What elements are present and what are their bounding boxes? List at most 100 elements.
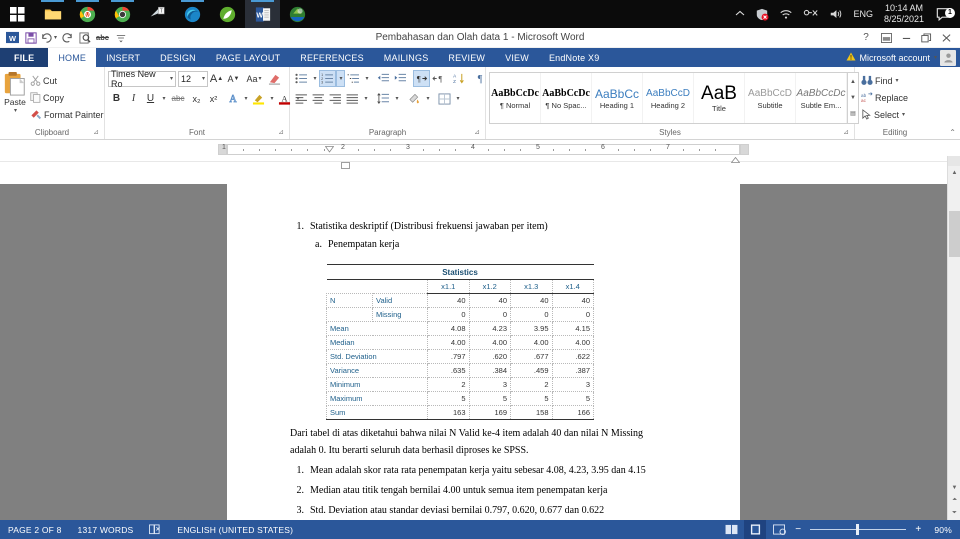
tab-page-layout[interactable]: PAGE LAYOUT <box>206 48 290 67</box>
bold-button[interactable]: B <box>108 90 125 107</box>
zoom-handle[interactable] <box>856 524 860 535</box>
numbering-caret[interactable]: ▾ <box>336 70 345 87</box>
shading-caret[interactable]: ▾ <box>423 90 432 107</box>
taskbar-item-green-app[interactable] <box>210 0 245 28</box>
taskbar-item-edge[interactable] <box>175 0 210 28</box>
web-layout-button[interactable] <box>768 520 790 539</box>
language-indicator[interactable]: ENGLISH (UNITED STATES) <box>169 525 301 535</box>
redo-button[interactable] <box>58 29 75 46</box>
proofing-status[interactable] <box>141 524 169 535</box>
ltr-text-direction-button[interactable]: ¶ <box>413 70 430 87</box>
language-indicator[interactable]: ENG <box>848 9 878 19</box>
show-hidden-icons-button[interactable] <box>730 10 750 18</box>
superscript-button[interactable]: x² <box>205 90 222 107</box>
close-button[interactable] <box>936 29 956 47</box>
horizontal-ruler[interactable]: 1 2 3 4 5 6 7 <box>0 140 960 169</box>
shrink-font-button[interactable]: A ▼ <box>225 70 242 87</box>
collapse-ribbon-button[interactable]: ⌃ <box>949 128 956 137</box>
notification-center-button[interactable]: 1 <box>930 7 958 22</box>
underline-button[interactable]: U <box>142 90 159 107</box>
taskbar-item-chrome-b[interactable] <box>105 0 140 28</box>
page-content[interactable]: 1. Statistika deskriptif (Distribusi fre… <box>290 218 690 520</box>
style-title[interactable]: AaB Title <box>694 73 745 123</box>
find-button[interactable]: Find ▾ <box>858 72 902 89</box>
tab-view[interactable]: VIEW <box>495 48 539 67</box>
replace-button[interactable]: ab ac Replace <box>858 89 911 106</box>
taskbar-item-file-explorer[interactable] <box>35 0 70 28</box>
customize-quick-access-button[interactable] <box>112 29 129 46</box>
spss-statistics-table[interactable]: Statistics x1.1 x1.2 x1.3 x1.4 N Valid 4… <box>326 264 594 420</box>
style-no-spacing[interactable]: AaBbCcDc ¶ No Spac... <box>541 73 592 123</box>
taskbar-item-word[interactable]: W <box>245 0 280 28</box>
text-highlight-button[interactable] <box>250 90 267 107</box>
previous-page-button[interactable]: ⏶ <box>948 494 960 507</box>
multilevel-list-button[interactable] <box>345 70 362 87</box>
text-effects-caret[interactable]: ▾ <box>241 90 250 107</box>
subscript-button[interactable]: x₂ <box>188 90 205 107</box>
highlight-caret[interactable]: ▾ <box>267 90 276 107</box>
justify-button[interactable] <box>344 90 361 107</box>
zoom-slider[interactable] <box>810 520 907 539</box>
change-case-button[interactable]: Aa ▾ <box>242 70 266 87</box>
styles-dialog-launcher[interactable]: ⊿ <box>843 127 849 139</box>
font-dialog-launcher[interactable]: ⊿ <box>278 127 284 139</box>
decrease-indent-button[interactable] <box>375 70 392 87</box>
underline-caret[interactable]: ▾ <box>159 90 168 107</box>
page-indicator[interactable]: PAGE 2 OF 8 <box>0 525 70 535</box>
paste-dropdown-caret[interactable]: ▾ <box>14 107 17 114</box>
line-spacing-button[interactable] <box>375 90 392 107</box>
next-page-button[interactable]: ⏷ <box>948 507 960 520</box>
change-case-caret[interactable]: ▾ <box>259 75 262 82</box>
sort-button[interactable]: AZ <box>451 70 468 87</box>
left-indent-marker[interactable] <box>341 156 350 174</box>
strikethrough-button[interactable]: abc <box>168 90 188 107</box>
scroll-up-button[interactable]: ▲ <box>948 166 960 179</box>
scrollbar-thumb[interactable] <box>949 211 960 257</box>
text-effects-button[interactable]: A <box>224 90 241 107</box>
bullets-button[interactable] <box>293 70 310 87</box>
tab-home[interactable]: HOME <box>48 48 97 67</box>
scroll-down-button[interactable]: ▼ <box>948 481 960 494</box>
document-canvas[interactable]: 1. Statistika deskriptif (Distribusi fre… <box>0 184 960 520</box>
increase-indent-button[interactable] <box>392 70 409 87</box>
borders-caret[interactable]: ▾ <box>453 90 462 107</box>
style-heading-2[interactable]: AaBbCcD Heading 2 <box>643 73 694 123</box>
font-size-input[interactable]: 12 ▾ <box>178 70 208 87</box>
zoom-in-button[interactable]: + <box>912 524 924 535</box>
align-left-button[interactable] <box>293 90 310 107</box>
spelling-button[interactable]: abc <box>94 29 111 46</box>
align-right-button[interactable] <box>327 90 344 107</box>
document-page[interactable]: 1. Statistika deskriptif (Distribusi fre… <box>227 184 740 520</box>
style-normal[interactable]: AaBbCcDc ¶ Normal <box>490 73 541 123</box>
rtl-text-direction-button[interactable]: ¶ <box>430 70 447 87</box>
taskbar-item-teamviewer[interactable]: T <box>140 0 175 28</box>
taskbar-item-idm[interactable] <box>280 0 315 28</box>
select-button[interactable]: Select ▾ <box>858 106 908 123</box>
read-mode-button[interactable] <box>720 520 742 539</box>
help-button[interactable]: ? <box>856 29 876 47</box>
font-size-caret[interactable]: ▾ <box>202 75 205 82</box>
first-line-indent-marker[interactable] <box>324 140 335 158</box>
multilevel-caret[interactable]: ▾ <box>362 70 371 87</box>
minimize-button[interactable] <box>896 29 916 47</box>
tab-mailings[interactable]: MAILINGS <box>374 48 439 67</box>
vertical-scrollbar[interactable]: ▲ ▼ ⏶ ⏷ <box>947 156 960 520</box>
account-dropdown-caret[interactable]: ▾ <box>934 54 937 61</box>
cut-button[interactable]: Cut <box>27 72 107 89</box>
align-center-button[interactable] <box>310 90 327 107</box>
styles-gallery[interactable]: AaBbCcDc ¶ Normal AaBbCcDc ¶ No Spac... … <box>489 72 859 124</box>
font-name-caret[interactable]: ▾ <box>170 75 173 82</box>
wifi-icon[interactable] <box>774 8 798 20</box>
justify-caret[interactable]: ▾ <box>361 90 370 107</box>
font-name-input[interactable]: Times New Ro ▾ <box>108 69 176 89</box>
italic-button[interactable]: I <box>125 90 142 107</box>
borders-button[interactable] <box>436 90 453 107</box>
taskbar-item-chrome-m[interactable]: M <box>70 0 105 28</box>
grow-font-button[interactable]: A ▲ <box>208 70 225 87</box>
find-caret[interactable]: ▾ <box>896 77 899 84</box>
select-caret[interactable]: ▾ <box>902 111 905 118</box>
numbering-button[interactable]: 123 <box>319 70 336 87</box>
split-window-handle[interactable] <box>948 156 960 166</box>
start-button[interactable] <box>0 0 35 28</box>
format-painter-button[interactable]: Format Painter <box>27 106 107 123</box>
